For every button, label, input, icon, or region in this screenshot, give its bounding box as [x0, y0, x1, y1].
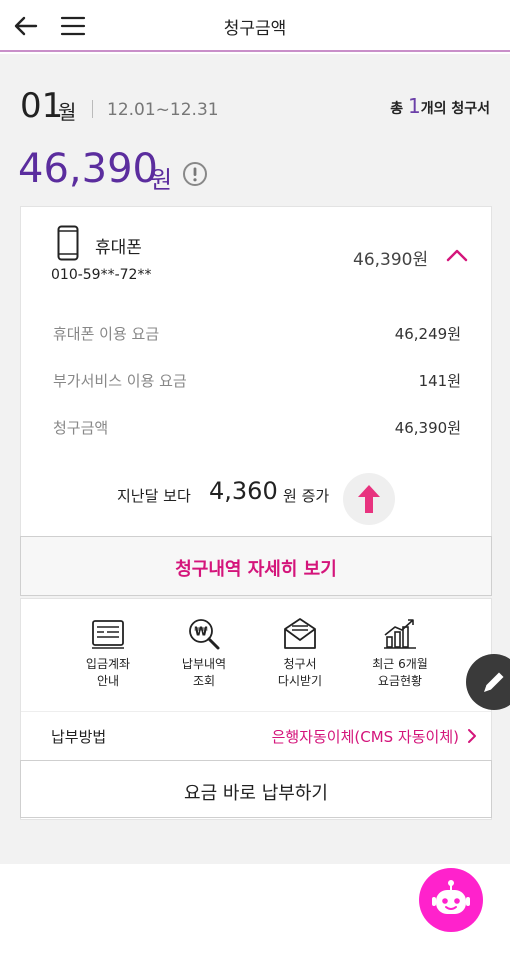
quick-menu-resend-bill[interactable]: 청구서 다시받기: [255, 617, 345, 697]
payment-method-value: 은행자동이체(CMS 자동이체): [271, 728, 459, 746]
payment-method-label: 납부방법: [51, 728, 107, 746]
quick-menu-6month-history[interactable]: 최근 6개월 요금현황: [355, 617, 445, 697]
quick-menu-label: 최근 6개월 요금현황: [372, 657, 428, 688]
bill-detail-button-label: 청구내역 자세히 보기: [175, 559, 337, 580]
quick-menu-label: 입금계좌 안내: [85, 657, 131, 688]
bill-count-prefix: 총: [390, 101, 404, 117]
chatbot-icon: [432, 880, 470, 914]
billing-month-unit: 월: [58, 100, 77, 124]
info-icon[interactable]: [182, 161, 208, 187]
device-amount: 46,390원: [353, 250, 429, 270]
payment-method-row[interactable]: 납부방법 은행자동이체(CMS 자동이체): [21, 711, 491, 759]
page-title: 청구금액: [223, 19, 287, 39]
quick-menu-label: 납부내역 조회: [181, 657, 227, 688]
content-area: 01 월 12.01~12.31 총 1개의 청구서 46,390 원 휴대폰 …: [0, 54, 510, 864]
billing-period: 12.01~12.31: [107, 100, 219, 120]
increase-arrow-icon: [343, 473, 395, 525]
top-bar: 청구금액: [0, 0, 510, 52]
quick-menu-label: 청구서 다시받기: [277, 657, 323, 688]
chevron-right-icon: [468, 729, 476, 743]
divider: [92, 100, 93, 118]
chevron-up-icon[interactable]: [445, 247, 469, 263]
month-comparison: 지난달 보다 4,360 원 증가: [21, 465, 491, 525]
pay-now-button-label: 요금 바로 납부하기: [184, 783, 328, 804]
bill-count-number: 1: [407, 94, 421, 118]
total-amount-unit: 원: [150, 166, 173, 194]
line-item-value: 46,249원: [394, 325, 461, 343]
comparison-prefix: 지난달 보다: [117, 487, 191, 505]
bar-chart-icon: [384, 619, 416, 649]
won-search-icon: ₩: [189, 619, 220, 650]
line-item-label: 부가서비스 이용 요금: [53, 372, 187, 390]
bill-count-suffix: 개의 청구서: [420, 101, 490, 117]
line-item: 청구금액 46,390원: [53, 417, 461, 439]
comparison-amount: 4,360: [209, 477, 278, 505]
line-item-value: 141원: [418, 372, 461, 390]
comparison-suffix: 원 증가: [283, 487, 330, 505]
device-number: 010-59**-72**: [51, 267, 152, 283]
line-item-label: 청구금액: [53, 419, 109, 437]
account-card-icon: [92, 620, 124, 649]
line-item-label: 휴대폰 이용 요금: [53, 325, 160, 343]
quick-menu-payment-history[interactable]: ₩ 납부내역 조회: [159, 617, 249, 697]
line-item: 부가서비스 이용 요금 141원: [53, 370, 461, 392]
bill-detail-button[interactable]: 청구내역 자세히 보기: [20, 536, 492, 596]
mail-icon: [284, 618, 316, 649]
pencil-icon: [484, 672, 504, 692]
billing-month: 01: [20, 86, 64, 126]
svg-text:₩: ₩: [194, 625, 208, 639]
device-name: 휴대폰: [95, 238, 142, 258]
phone-icon: [57, 225, 79, 261]
total-amount: 46,390: [18, 146, 158, 192]
line-item-value: 46,390원: [394, 419, 461, 437]
bill-count: 총 1개의 청구서: [390, 94, 490, 118]
pay-now-button[interactable]: 요금 바로 납부하기: [20, 760, 492, 818]
line-item: 휴대폰 이용 요금 46,249원: [53, 323, 461, 345]
quick-menu-deposit-account[interactable]: 입금계좌 안내: [63, 617, 153, 697]
chatbot-button[interactable]: [419, 868, 483, 932]
billing-month-row: 01 월 12.01~12.31 총 1개의 청구서: [20, 86, 490, 126]
